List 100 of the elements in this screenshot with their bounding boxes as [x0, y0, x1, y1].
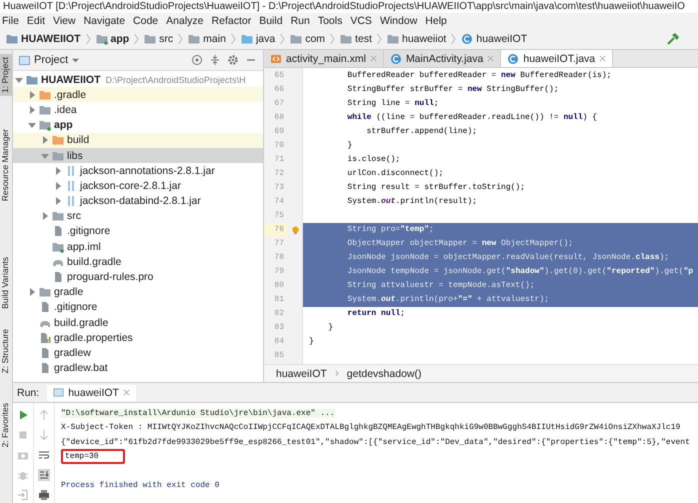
lightbulb-icon[interactable]: [291, 226, 300, 234]
tool-window-tab[interactable]: 1: Project: [0, 54, 12, 96]
breadcrumb-item[interactable]: huaweiIOT: [276, 368, 327, 380]
tree-item[interactable]: jackson-core-2.8.1.jar: [13, 178, 263, 194]
collapse-arrow-icon[interactable]: [54, 197, 62, 206]
file-icon: [52, 225, 64, 238]
editor-tab[interactable]: activity_main.xml: [264, 50, 384, 67]
collapse-arrow-icon[interactable]: [54, 182, 62, 190]
breadcrumb-item[interactable]: main: [186, 32, 228, 44]
tree-item[interactable]: HUAWEIIOT D:\Project\AndroidStudioProjects\H: [13, 72, 263, 88]
line-number: 77: [273, 238, 285, 250]
tree-item[interactable]: .gitignore: [13, 224, 263, 240]
breadcrumb-item[interactable]: app: [94, 32, 132, 44]
editor-tab[interactable]: MainActivity.java: [384, 50, 502, 67]
soft-wrap-icon[interactable]: [38, 449, 50, 461]
tree-item[interactable]: libs: [13, 148, 263, 164]
line-number: 79: [273, 266, 285, 278]
tool-window-tab[interactable]: Resource Manager: [0, 126, 12, 204]
collapse-arrow-icon[interactable]: [28, 288, 36, 296]
close-icon[interactable]: [122, 389, 130, 396]
tree-item-label: jackson-databind-2.8.1.jar: [80, 195, 201, 208]
collapse-arrow-icon[interactable]: [28, 90, 36, 99]
tree-item[interactable]: .gitignore: [13, 300, 263, 315]
tree-item[interactable]: gradlew.bat: [13, 360, 263, 376]
breadcrumb-item[interactable]: huaweiIOT: [459, 32, 530, 44]
breadcrumb-item[interactable]: src: [142, 32, 176, 44]
jar-icon: [65, 164, 77, 177]
breadcrumb-item[interactable]: huaweiiot: [384, 32, 448, 44]
file-icon: [39, 346, 51, 359]
tree-item[interactable]: .gradle: [13, 87, 263, 102]
tree-item[interactable]: gradle: [13, 284, 263, 300]
tree-item[interactable]: build: [13, 132, 263, 148]
run-tab[interactable]: huaweiIOT: [47, 384, 136, 400]
menu-item[interactable]: VCS: [350, 14, 372, 26]
collapse-arrow-icon[interactable]: [41, 212, 49, 220]
menu-item[interactable]: Code: [133, 14, 158, 26]
line-number: 70: [273, 140, 285, 152]
expand-arrow-icon[interactable]: [15, 76, 23, 84]
tree-item[interactable]: src: [13, 208, 263, 224]
tool-window-tab[interactable]: Z: Structure: [0, 326, 12, 376]
tree-item-label: app: [54, 119, 73, 132]
line-number: 69: [273, 126, 285, 138]
code-line: }: [308, 336, 315, 348]
settings-icon[interactable]: [227, 54, 239, 66]
scroll-to-end-icon[interactable]: [38, 469, 50, 481]
menu-item[interactable]: Refactor: [212, 14, 252, 26]
expand-arrow-icon[interactable]: [28, 121, 36, 130]
close-icon[interactable]: [487, 55, 494, 62]
expand-arrow-icon[interactable]: [41, 152, 49, 160]
collapse-all-icon[interactable]: [209, 54, 221, 66]
print-icon[interactable]: [38, 489, 50, 501]
tree-item[interactable]: gradle.properties: [13, 330, 263, 346]
breadcrumb-item[interactable]: getdevshadow(): [346, 368, 422, 380]
line-number: 83: [273, 322, 285, 334]
tree-item[interactable]: build.gradle: [13, 315, 263, 330]
tree-item[interactable]: jackson-annotations-2.8.1.jar: [13, 163, 263, 178]
menu-item[interactable]: Analyze: [166, 14, 204, 26]
tree-item[interactable]: jackson-databind-2.8.1.jar: [13, 194, 263, 209]
folder-icon: [144, 32, 156, 44]
locate-icon[interactable]: [191, 54, 203, 66]
breadcrumb-item[interactable]: java: [238, 32, 278, 44]
up-arrow-icon[interactable]: [38, 409, 50, 421]
down-arrow-icon[interactable]: [38, 429, 50, 441]
line-number: 75: [273, 210, 285, 222]
menu-item[interactable]: View: [53, 14, 76, 26]
menu-item[interactable]: Edit: [26, 14, 46, 26]
line-number: 68: [273, 112, 285, 124]
menu-item[interactable]: Run: [290, 14, 310, 26]
menu-item[interactable]: Navigate: [84, 14, 126, 26]
run-icon[interactable]: [17, 409, 29, 421]
close-icon[interactable]: [370, 55, 377, 62]
tree-item[interactable]: gradlew: [13, 345, 263, 361]
breadcrumb-item[interactable]: com: [288, 32, 328, 44]
tree-item[interactable]: .idea: [13, 102, 263, 118]
exit-icon[interactable]: [17, 489, 29, 501]
class-icon: [461, 32, 474, 44]
collapse-arrow-icon[interactable]: [54, 166, 62, 175]
tree-item[interactable]: app.iml: [13, 239, 263, 254]
tool-window-tab[interactable]: 2: Favorites: [0, 400, 12, 451]
close-icon[interactable]: [599, 55, 606, 62]
hammer-icon[interactable]: [666, 32, 680, 46]
menu-item[interactable]: File: [2, 14, 19, 26]
collapse-arrow-icon[interactable]: [41, 136, 49, 144]
project-view-dropdown[interactable]: Project: [19, 54, 80, 66]
line-number: 82: [273, 308, 285, 320]
menu-item[interactable]: Help: [425, 14, 447, 26]
menu-item[interactable]: Tools: [318, 14, 342, 26]
editor-tab[interactable]: huaweiIOT.java: [501, 50, 614, 67]
tree-item[interactable]: app: [13, 118, 263, 133]
tree-item-label: src: [67, 210, 81, 222]
module-folder-icon: [96, 32, 108, 44]
collapse-arrow-icon[interactable]: [28, 106, 36, 114]
tree-item[interactable]: build.gradle: [13, 254, 263, 270]
breadcrumb-item[interactable]: test: [338, 32, 374, 44]
breadcrumb-item[interactable]: HUAWEIIOT: [4, 32, 82, 44]
menu-item[interactable]: Window: [380, 14, 418, 26]
project-folder-icon: [6, 32, 18, 44]
tool-window-tab[interactable]: Build Variants: [0, 254, 12, 312]
tree-item[interactable]: proguard-rules.pro: [13, 269, 263, 285]
menu-item[interactable]: Build: [259, 14, 283, 26]
